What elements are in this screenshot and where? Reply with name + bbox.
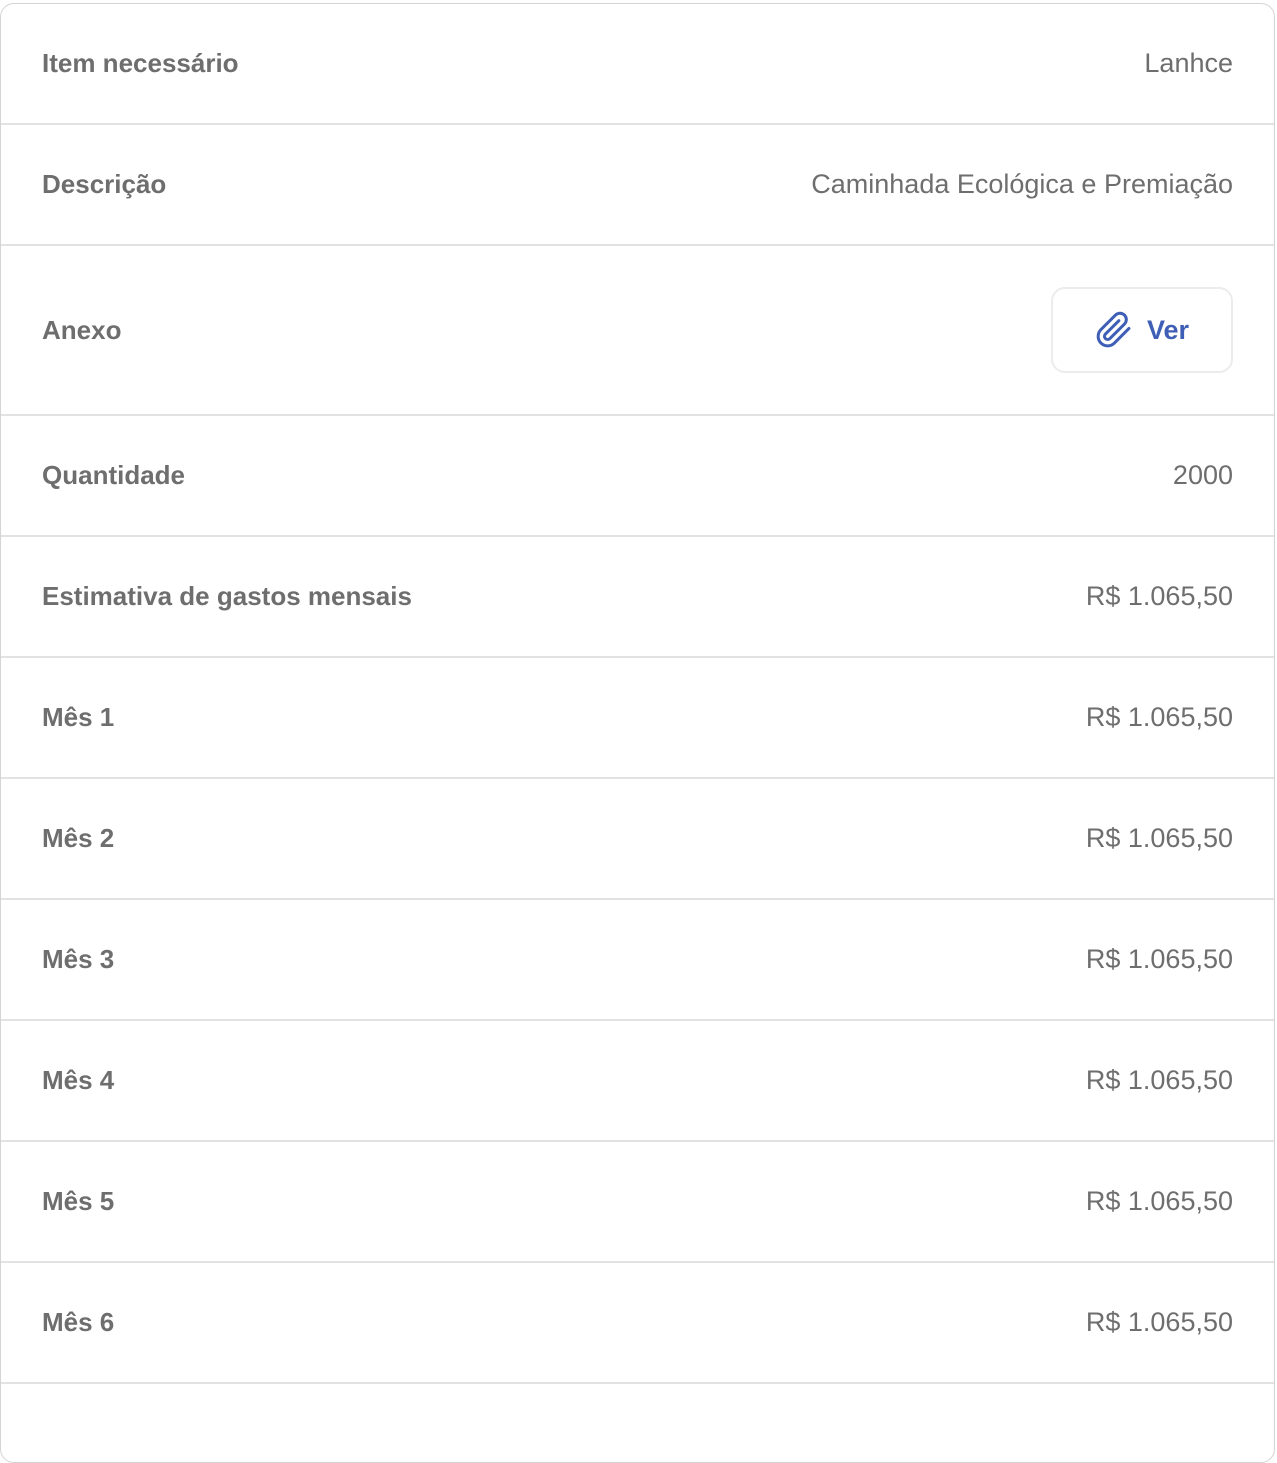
- monthly-estimate-value: R$ 1.065,50: [1085, 581, 1233, 611]
- detail-row-month-1: Mês 1 R$ 1.065,50: [1, 658, 1274, 779]
- quantity-value: 2000: [1172, 460, 1233, 490]
- description-label: Descrição: [42, 169, 167, 199]
- detail-row-month-5: Mês 5 R$ 1.065,50: [1, 1142, 1274, 1263]
- detail-row-description: Descrição Caminhada Ecológica e Premiaçã…: [1, 125, 1274, 246]
- detail-row-monthly-estimate: Estimativa de gastos mensais R$ 1.065,50: [1, 537, 1274, 658]
- month-value: R$ 1.065,50: [1085, 1065, 1233, 1095]
- month-value: R$ 1.065,50: [1085, 1186, 1233, 1216]
- month-label: Mês 4: [42, 1065, 115, 1095]
- quantity-label: Quantidade: [42, 460, 186, 490]
- view-attachment-label: Ver: [1146, 314, 1190, 345]
- month-label: Mês 1: [42, 702, 115, 732]
- month-value: R$ 1.065,50: [1085, 1307, 1233, 1337]
- item-value: Lanhce: [1144, 48, 1233, 78]
- detail-row-next: [1, 1384, 1274, 1462]
- month-value: R$ 1.065,50: [1085, 702, 1233, 732]
- item-label: Item necessário: [42, 48, 239, 78]
- detail-row-month-2: Mês 2 R$ 1.065,50: [1, 779, 1274, 900]
- month-value: R$ 1.065,50: [1085, 823, 1233, 853]
- attachment-label: Anexo: [42, 314, 122, 345]
- detail-row-attachment: Anexo Ver: [1, 246, 1274, 416]
- detail-row-month-4: Mês 4 R$ 1.065,50: [1, 1021, 1274, 1142]
- description-value: Caminhada Ecológica e Premiação: [811, 169, 1233, 199]
- detail-row-month-6: Mês 6 R$ 1.065,50: [1, 1263, 1274, 1384]
- view-attachment-button[interactable]: Ver: [1051, 287, 1233, 373]
- request-details-card: Item necessário Lanhce Descrição Caminha…: [0, 3, 1275, 1463]
- month-label: Mês 5: [42, 1186, 115, 1216]
- paperclip-icon: [1095, 311, 1133, 349]
- detail-row-quantity: Quantidade 2000: [1, 416, 1274, 537]
- month-label: Mês 6: [42, 1307, 115, 1337]
- detail-row-item: Item necessário Lanhce: [1, 4, 1274, 125]
- month-value: R$ 1.065,50: [1085, 944, 1233, 974]
- month-label: Mês 2: [42, 823, 115, 853]
- month-label: Mês 3: [42, 944, 115, 974]
- monthly-estimate-label: Estimativa de gastos mensais: [42, 581, 412, 611]
- detail-row-month-3: Mês 3 R$ 1.065,50: [1, 900, 1274, 1021]
